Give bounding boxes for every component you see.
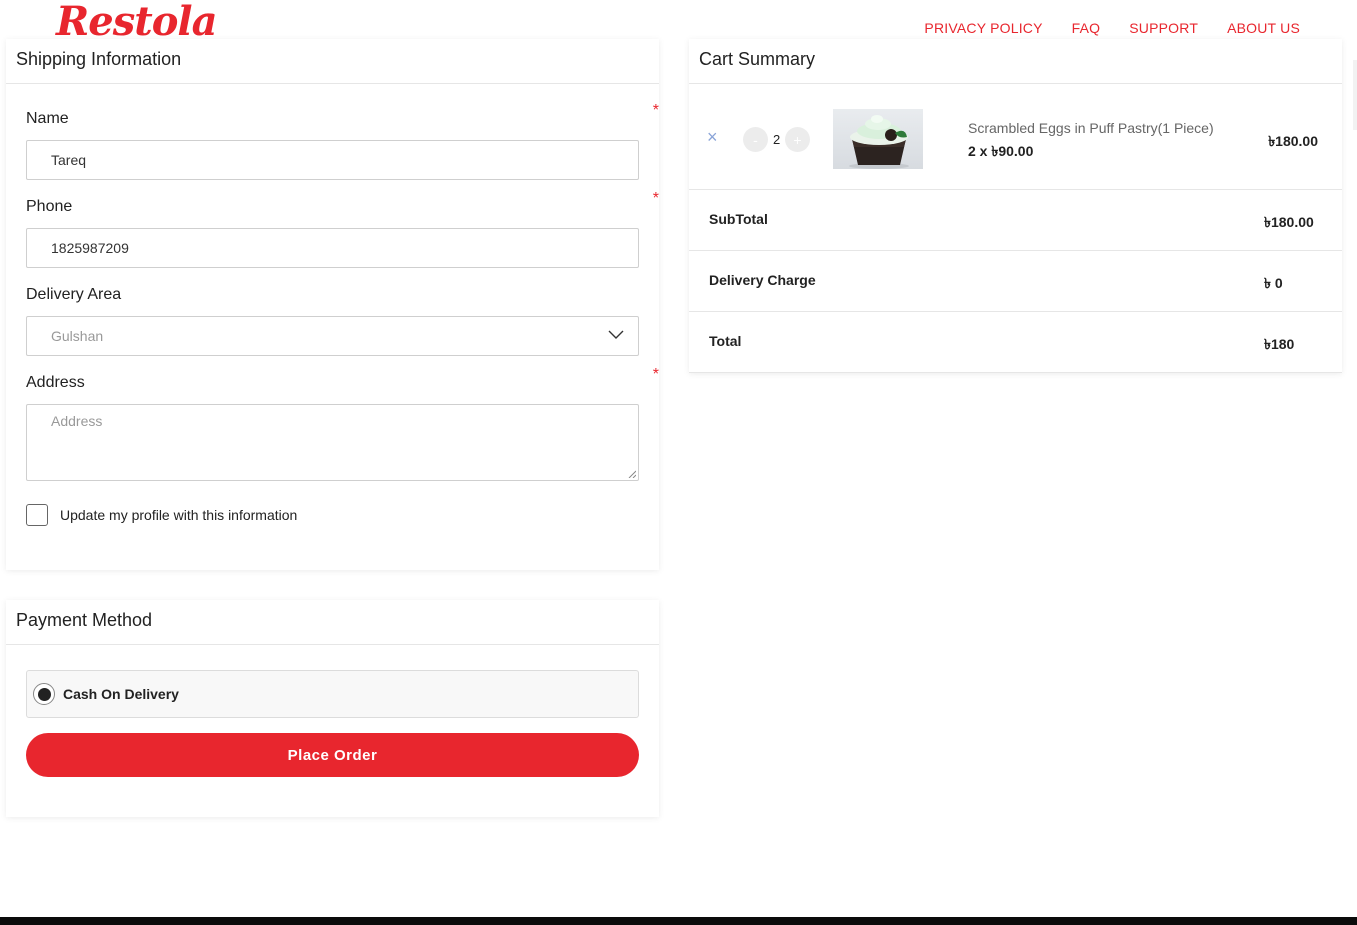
item-line-total: ৳180.00 [1268,133,1318,149]
side-scroll-indicator[interactable] [1353,60,1357,130]
name-label: Name [26,110,69,127]
update-profile-checkbox[interactable] [26,504,48,526]
address-placeholder: Address [51,413,103,429]
payment-card: Payment Method Cash On Delivery Place Or… [6,600,659,817]
update-profile-row: Update my profile with this information [26,504,297,526]
subtotal-label: SubTotal [709,211,768,227]
cod-label: Cash On Delivery [63,686,179,702]
payment-title: Payment Method [6,600,659,645]
cart-item-row: × - 2 + Scrambled Eggs in Puff Pastry(1 … [689,84,1342,190]
nav-about-us[interactable]: ABOUT US [1227,19,1300,37]
footer-bar [0,917,1357,925]
nav-privacy-policy[interactable]: PRIVACY POLICY [924,19,1042,37]
item-name[interactable]: Scrambled Eggs in Puff Pastry(1 Piece) [968,120,1214,136]
subtotal-row: SubTotal ৳180.00 [689,190,1342,251]
phone-field-group: Phone * 1825987209 [26,190,659,268]
cod-radio[interactable] [33,683,55,705]
restola-logo[interactable]: Restola [56,0,217,44]
quantity-decrease-button[interactable]: - [743,127,768,152]
chevron-down-icon [608,330,624,339]
place-order-button[interactable]: Place Order [26,733,639,777]
delivery-area-label: Delivery Area [26,286,122,303]
required-mark: * [652,190,659,207]
update-profile-label[interactable]: Update my profile with this information [60,507,297,523]
cupcake-illustration [849,115,909,169]
address-textarea[interactable]: Address [26,404,639,481]
payment-option-cod[interactable]: Cash On Delivery [26,670,639,718]
radio-selected-dot [37,687,51,701]
phone-label: Phone [26,198,73,215]
shipping-title: Shipping Information [6,39,659,84]
required-mark: * [652,366,659,383]
required-mark: * [652,102,659,119]
cupcake-image [833,109,923,169]
cart-title: Cart Summary [689,39,1342,84]
resize-handle-icon[interactable] [628,470,636,478]
subtotal-value: ৳180.00 [1264,214,1314,230]
delivery-area-field-group: Delivery Area Gulshan [26,286,639,356]
total-row: Total ৳180 [689,312,1342,373]
address-field-group: Address * Address [26,366,659,481]
quantity-increase-button[interactable]: + [785,127,810,152]
delivery-charge-row: Delivery Charge ৳ 0 [689,251,1342,312]
checkout-page: Restola PRIVACY POLICY FAQ SUPPORT ABOUT… [0,0,1357,925]
name-field-group: Name * Tareq [26,102,659,180]
address-label: Address [26,374,85,391]
top-nav: PRIVACY POLICY FAQ SUPPORT ABOUT US [924,19,1300,37]
delivery-charge-value: ৳ 0 [1264,275,1283,291]
cart-summary-card: Cart Summary × - 2 + Scrambled Eggs in P… [689,39,1342,373]
phone-input[interactable]: 1825987209 [26,228,639,268]
shipping-card: Shipping Information Name * Tareq Phone … [6,39,659,570]
nav-faq[interactable]: FAQ [1072,19,1101,37]
total-label: Total [709,333,742,349]
nav-support[interactable]: SUPPORT [1129,19,1198,37]
quantity-value: 2 [773,132,781,147]
name-input[interactable]: Tareq [26,140,639,180]
delivery-area-value: Gulshan [51,328,104,344]
item-unit-price: 2 x ৳90.00 [968,143,1034,159]
delivery-charge-label: Delivery Charge [709,272,816,288]
delivery-area-select[interactable]: Gulshan [26,316,639,356]
total-value: ৳180 [1264,336,1295,352]
close-icon[interactable]: × [707,128,718,146]
